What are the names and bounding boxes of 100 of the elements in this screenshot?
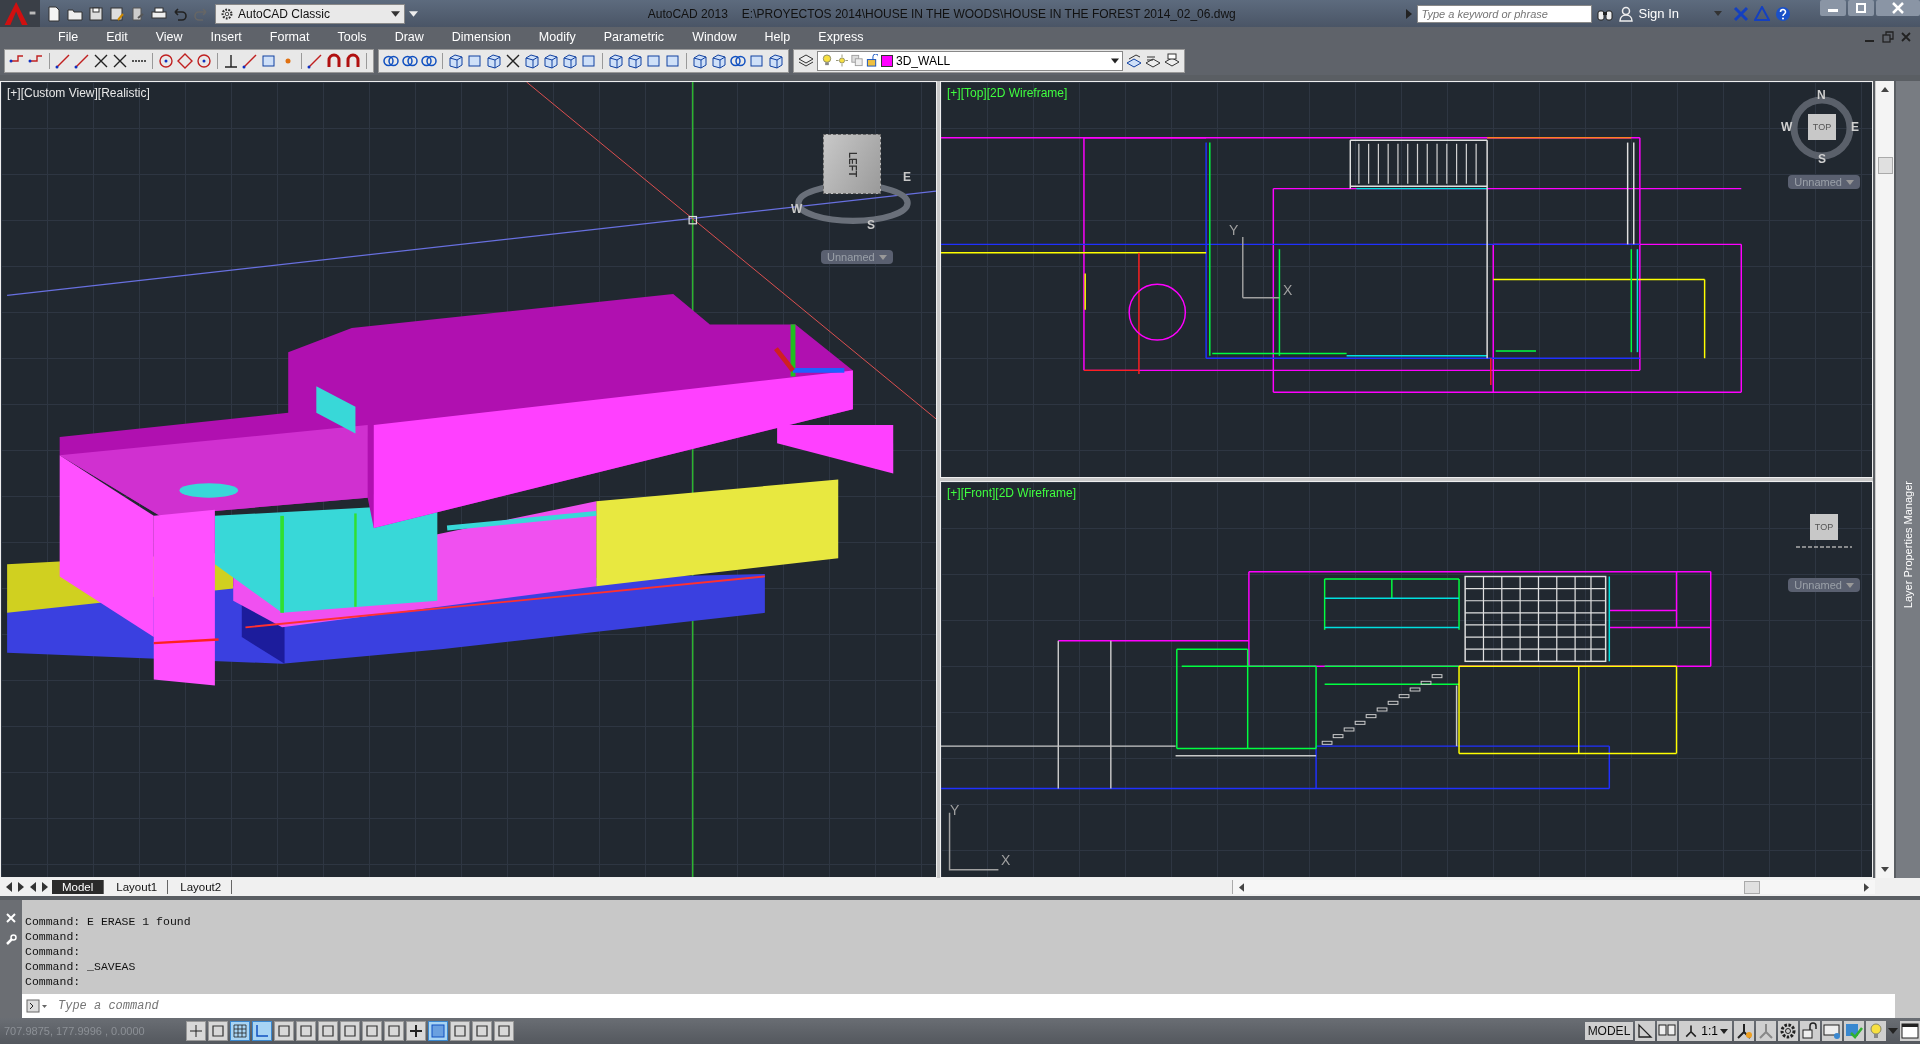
model-space-button[interactable]: MODEL: [1584, 1022, 1634, 1040]
layers-icon[interactable]: [798, 52, 814, 69]
circle-icon[interactable]: [196, 52, 212, 69]
two-panels-icon[interactable]: [1657, 1021, 1678, 1041]
padlock-icon[interactable]: [1800, 1021, 1820, 1041]
tab-nav-arrow-icon[interactable]: [4, 881, 14, 893]
menu-item[interactable]: Dimension: [437, 29, 525, 44]
layout-tab[interactable]: Model: [52, 880, 105, 894]
viewport[interactable]: [+][Top][2D Wireframe] Y X N W TOP E S Unnamed: [940, 81, 1873, 478]
tab-nav-arrow-icon[interactable]: [16, 881, 26, 893]
document-arrow-icon[interactable]: [130, 5, 146, 22]
wrench-icon[interactable]: [5, 934, 17, 946]
monitor-icon[interactable]: [1822, 1021, 1842, 1041]
lightbulb-icon[interactable]: [1866, 1021, 1886, 1041]
circle-icon[interactable]: [158, 52, 174, 69]
diagonal-line-icon[interactable]: [74, 52, 90, 69]
ucs-axis-label: Y: [1229, 222, 1239, 238]
viewcube[interactable]: TOP: [1784, 508, 1864, 568]
lightbulb-icon: [821, 54, 833, 67]
help-icon[interactable]: [1775, 5, 1791, 22]
compass-line-icon: [1794, 544, 1854, 550]
printer-icon[interactable]: [151, 5, 167, 22]
user-icon[interactable]: [1617, 5, 1634, 22]
caret-icon[interactable]: [1888, 1028, 1898, 1034]
floppy-pencil-icon[interactable]: [109, 5, 125, 22]
close-icon[interactable]: [1900, 30, 1912, 43]
diagonal-line-icon[interactable]: [307, 52, 323, 69]
minimize-icon[interactable]: [1820, 0, 1846, 16]
menu-item[interactable]: Help: [750, 29, 805, 44]
magnet-icon[interactable]: [326, 52, 342, 69]
cube-face[interactable]: TOP: [1808, 114, 1836, 140]
window-icon[interactable]: [1900, 1021, 1920, 1041]
viewport[interactable]: [+][Front][2D Wireframe] Y X TOP Unnamed: [940, 481, 1873, 878]
scroll-thumb[interactable]: [1877, 157, 1893, 174]
diagonal-line-icon[interactable]: [55, 52, 71, 69]
menu-item[interactable]: Draw: [380, 29, 438, 44]
right-arrow-icon[interactable]: [1864, 882, 1869, 892]
triangle-icon[interactable]: [1405, 8, 1412, 19]
menu-item[interactable]: Insert: [196, 29, 256, 44]
undo-arrow-icon[interactable]: [172, 5, 188, 22]
command-history-line: Command:: [25, 944, 82, 959]
window-title: AutoCAD 2013: [647, 6, 728, 21]
compass-letter: S: [867, 218, 875, 232]
compass-letter: S: [1818, 152, 1826, 166]
checkmark-icon[interactable]: [1844, 1021, 1864, 1041]
menu-item[interactable]: Express: [804, 29, 878, 44]
diamond-icon[interactable]: [177, 52, 193, 69]
layer-dropdown[interactable]: 3D_WALL: [817, 50, 1123, 71]
diagonal-line-icon[interactable]: [242, 52, 258, 69]
ucs-axis-label: Y: [950, 802, 960, 818]
restore-icon[interactable]: [1848, 0, 1874, 16]
viewport[interactable]: [+][Custom View][Realistic] LEFT W S E Unnamed: [0, 81, 937, 878]
menu-item[interactable]: File: [44, 29, 93, 44]
layout-tab[interactable]: Layout1: [106, 880, 169, 894]
menu-item[interactable]: Modify: [524, 29, 590, 44]
tab-nav-arrow-icon[interactable]: [40, 881, 50, 893]
scroll-thumb[interactable]: [1744, 880, 1760, 894]
compass-letter: E: [903, 170, 911, 184]
down-arrow-icon[interactable]: [1881, 867, 1889, 872]
tab-nav-arrow-icon[interactable]: [28, 881, 38, 893]
gear-icon[interactable]: [1778, 1021, 1798, 1041]
caret-icon: [1720, 1028, 1728, 1034]
menu-item[interactable]: Format: [255, 29, 324, 44]
file-path: E:\PROYECTOS 2014\HOUSE IN THE WOODS\HOUSE IN THE FOREST 2014_02_06.dwg: [741, 6, 1236, 21]
left-arrow-icon[interactable]: [1239, 882, 1244, 892]
menu-item[interactable]: Parametric: [589, 29, 679, 44]
annotation-scale-dropdown[interactable]: 1:1: [1679, 1021, 1732, 1041]
layer-stack-icon[interactable]: [1164, 52, 1180, 69]
viewport-label[interactable]: [+][Top][2D Wireframe]: [947, 86, 1068, 100]
new-file-icon[interactable]: [46, 5, 62, 22]
search-field[interactable]: Type a keyword or phrase: [1416, 4, 1592, 23]
crosshair-icon[interactable]: [186, 1021, 206, 1041]
viewport-label[interactable]: [+][Custom View][Realistic]: [7, 86, 150, 100]
menu-item[interactable]: Window: [678, 29, 751, 44]
layout-tab[interactable]: Layout2: [170, 880, 233, 894]
command-input-field[interactable]: Type a command: [52, 994, 1895, 1018]
right-angle-icon[interactable]: [252, 1021, 272, 1041]
plus-icon[interactable]: [406, 1021, 426, 1041]
menu-item[interactable]: Tools: [323, 29, 381, 44]
ruler-triangle-icon[interactable]: [1635, 1021, 1656, 1041]
vertical-scrollbar[interactable]: [1875, 81, 1894, 878]
menu-item[interactable]: View: [141, 29, 197, 44]
scale-triangle-icon[interactable]: [1734, 1021, 1754, 1041]
up-arrow-icon[interactable]: [1881, 87, 1889, 92]
caret-icon: [1111, 57, 1119, 64]
command-prompt-icon[interactable]: [22, 994, 52, 1018]
palette-tab[interactable]: Layer Properties Manager: [1896, 81, 1920, 878]
grid-icon[interactable]: [230, 1021, 250, 1041]
horizontal-scrollbar[interactable]: [1232, 880, 1875, 894]
menu-item[interactable]: Edit: [92, 29, 142, 44]
magnet-icon[interactable]: [345, 52, 361, 69]
stacked-squares-icon: [851, 54, 863, 67]
viewport-label[interactable]: [+][Front][2D Wireframe]: [947, 486, 1077, 500]
command-history-line: Command: _SAVEAS: [25, 959, 137, 974]
cube-face[interactable]: TOP: [1810, 514, 1838, 540]
close-icon[interactable]: [1876, 0, 1920, 16]
sign-in-link[interactable]: Sign In: [1638, 6, 1709, 21]
restore-icon[interactable]: [1882, 30, 1894, 43]
workspace-dropdown[interactable]: AutoCAD Classic: [215, 3, 405, 24]
layer-stack-icon[interactable]: [1126, 52, 1142, 69]
